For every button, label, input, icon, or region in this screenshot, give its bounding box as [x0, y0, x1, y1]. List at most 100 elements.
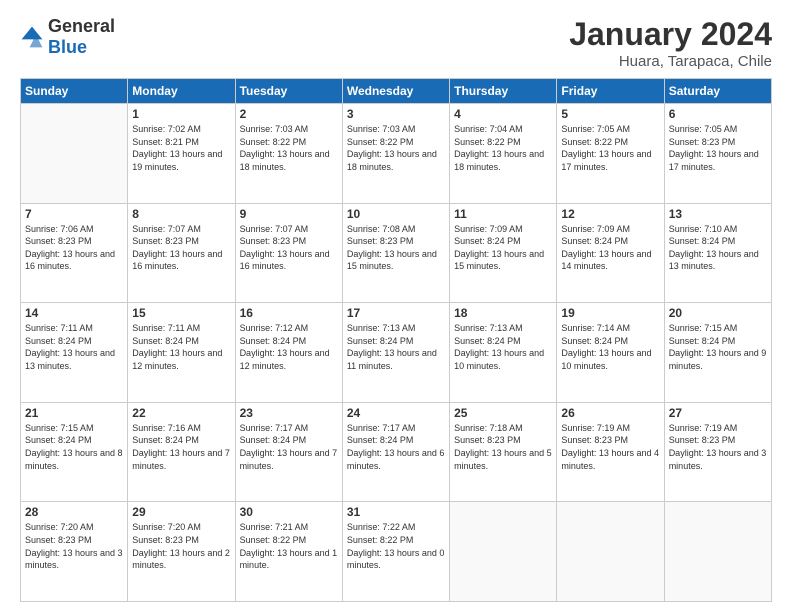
day-info: Sunrise: 7:09 AMSunset: 8:24 PMDaylight:… — [561, 224, 651, 272]
day-info: Sunrise: 7:15 AMSunset: 8:24 PMDaylight:… — [25, 423, 123, 471]
calendar-body: 1 Sunrise: 7:02 AMSunset: 8:21 PMDayligh… — [21, 104, 772, 602]
day-info: Sunrise: 7:16 AMSunset: 8:24 PMDaylight:… — [132, 423, 230, 471]
day-number: 15 — [132, 306, 230, 320]
calendar-cell-w1d3: 10 Sunrise: 7:08 AMSunset: 8:23 PMDaylig… — [342, 203, 449, 303]
calendar-cell-w2d0: 14 Sunrise: 7:11 AMSunset: 8:24 PMDaylig… — [21, 303, 128, 403]
calendar-cell-w1d1: 8 Sunrise: 7:07 AMSunset: 8:23 PMDayligh… — [128, 203, 235, 303]
day-info: Sunrise: 7:18 AMSunset: 8:23 PMDaylight:… — [454, 423, 552, 471]
day-info: Sunrise: 7:02 AMSunset: 8:21 PMDaylight:… — [132, 124, 222, 172]
day-number: 6 — [669, 107, 767, 121]
day-info: Sunrise: 7:05 AMSunset: 8:23 PMDaylight:… — [669, 124, 759, 172]
calendar-cell-w1d2: 9 Sunrise: 7:07 AMSunset: 8:23 PMDayligh… — [235, 203, 342, 303]
logo-blue: Blue — [48, 37, 87, 57]
day-number: 22 — [132, 406, 230, 420]
day-number: 16 — [240, 306, 338, 320]
day-info: Sunrise: 7:22 AMSunset: 8:22 PMDaylight:… — [347, 522, 445, 570]
day-info: Sunrise: 7:17 AMSunset: 8:24 PMDaylight:… — [347, 423, 445, 471]
logo: General Blue — [20, 16, 115, 58]
calendar-week-4: 28 Sunrise: 7:20 AMSunset: 8:23 PMDaylig… — [21, 502, 772, 602]
calendar-cell-w0d2: 2 Sunrise: 7:03 AMSunset: 8:22 PMDayligh… — [235, 104, 342, 204]
day-number: 7 — [25, 207, 123, 221]
day-info: Sunrise: 7:08 AMSunset: 8:23 PMDaylight:… — [347, 224, 437, 272]
day-info: Sunrise: 7:20 AMSunset: 8:23 PMDaylight:… — [25, 522, 123, 570]
calendar-cell-w0d3: 3 Sunrise: 7:03 AMSunset: 8:22 PMDayligh… — [342, 104, 449, 204]
day-number: 27 — [669, 406, 767, 420]
day-info: Sunrise: 7:15 AMSunset: 8:24 PMDaylight:… — [669, 323, 767, 371]
day-number: 26 — [561, 406, 659, 420]
day-number: 29 — [132, 505, 230, 519]
day-info: Sunrise: 7:07 AMSunset: 8:23 PMDaylight:… — [132, 224, 222, 272]
day-info: Sunrise: 7:21 AMSunset: 8:22 PMDaylight:… — [240, 522, 338, 570]
calendar-cell-w0d5: 5 Sunrise: 7:05 AMSunset: 8:22 PMDayligh… — [557, 104, 664, 204]
calendar-cell-w3d2: 23 Sunrise: 7:17 AMSunset: 8:24 PMDaylig… — [235, 402, 342, 502]
calendar-cell-w3d1: 22 Sunrise: 7:16 AMSunset: 8:24 PMDaylig… — [128, 402, 235, 502]
calendar-cell-w1d5: 12 Sunrise: 7:09 AMSunset: 8:24 PMDaylig… — [557, 203, 664, 303]
calendar-cell-w4d1: 29 Sunrise: 7:20 AMSunset: 8:23 PMDaylig… — [128, 502, 235, 602]
calendar-cell-w3d3: 24 Sunrise: 7:17 AMSunset: 8:24 PMDaylig… — [342, 402, 449, 502]
day-info: Sunrise: 7:03 AMSunset: 8:22 PMDaylight:… — [240, 124, 330, 172]
title-block: January 2024 Huara, Tarapaca, Chile — [569, 16, 772, 70]
calendar-title: January 2024 — [569, 16, 772, 53]
calendar-cell-w4d4 — [450, 502, 557, 602]
calendar-cell-w2d4: 18 Sunrise: 7:13 AMSunset: 8:24 PMDaylig… — [450, 303, 557, 403]
logo-icon — [20, 25, 44, 49]
day-info: Sunrise: 7:12 AMSunset: 8:24 PMDaylight:… — [240, 323, 330, 371]
calendar-cell-w0d6: 6 Sunrise: 7:05 AMSunset: 8:23 PMDayligh… — [664, 104, 771, 204]
calendar-table: Sunday Monday Tuesday Wednesday Thursday… — [20, 78, 772, 602]
header-saturday: Saturday — [664, 79, 771, 104]
calendar-cell-w3d4: 25 Sunrise: 7:18 AMSunset: 8:23 PMDaylig… — [450, 402, 557, 502]
calendar-cell-w1d6: 13 Sunrise: 7:10 AMSunset: 8:24 PMDaylig… — [664, 203, 771, 303]
day-info: Sunrise: 7:17 AMSunset: 8:24 PMDaylight:… — [240, 423, 338, 471]
day-info: Sunrise: 7:11 AMSunset: 8:24 PMDaylight:… — [25, 323, 115, 371]
day-info: Sunrise: 7:19 AMSunset: 8:23 PMDaylight:… — [669, 423, 767, 471]
calendar-week-1: 7 Sunrise: 7:06 AMSunset: 8:23 PMDayligh… — [21, 203, 772, 303]
day-info: Sunrise: 7:03 AMSunset: 8:22 PMDaylight:… — [347, 124, 437, 172]
day-number: 14 — [25, 306, 123, 320]
calendar-cell-w4d3: 31 Sunrise: 7:22 AMSunset: 8:22 PMDaylig… — [342, 502, 449, 602]
calendar-cell-w3d6: 27 Sunrise: 7:19 AMSunset: 8:23 PMDaylig… — [664, 402, 771, 502]
calendar-cell-w4d5 — [557, 502, 664, 602]
day-info: Sunrise: 7:05 AMSunset: 8:22 PMDaylight:… — [561, 124, 651, 172]
calendar-cell-w4d6 — [664, 502, 771, 602]
day-number: 13 — [669, 207, 767, 221]
calendar-cell-w0d1: 1 Sunrise: 7:02 AMSunset: 8:21 PMDayligh… — [128, 104, 235, 204]
calendar-cell-w2d3: 17 Sunrise: 7:13 AMSunset: 8:24 PMDaylig… — [342, 303, 449, 403]
header: General Blue January 2024 Huara, Tarapac… — [20, 16, 772, 70]
calendar-cell-w2d5: 19 Sunrise: 7:14 AMSunset: 8:24 PMDaylig… — [557, 303, 664, 403]
calendar-cell-w1d0: 7 Sunrise: 7:06 AMSunset: 8:23 PMDayligh… — [21, 203, 128, 303]
day-info: Sunrise: 7:09 AMSunset: 8:24 PMDaylight:… — [454, 224, 544, 272]
day-number: 1 — [132, 107, 230, 121]
header-tuesday: Tuesday — [235, 79, 342, 104]
calendar-cell-w0d0 — [21, 104, 128, 204]
header-monday: Monday — [128, 79, 235, 104]
calendar-cell-w4d2: 30 Sunrise: 7:21 AMSunset: 8:22 PMDaylig… — [235, 502, 342, 602]
day-info: Sunrise: 7:07 AMSunset: 8:23 PMDaylight:… — [240, 224, 330, 272]
day-number: 3 — [347, 107, 445, 121]
day-number: 25 — [454, 406, 552, 420]
calendar-subtitle: Huara, Tarapaca, Chile — [569, 53, 772, 70]
day-info: Sunrise: 7:14 AMSunset: 8:24 PMDaylight:… — [561, 323, 651, 371]
calendar-week-3: 21 Sunrise: 7:15 AMSunset: 8:24 PMDaylig… — [21, 402, 772, 502]
calendar-cell-w2d6: 20 Sunrise: 7:15 AMSunset: 8:24 PMDaylig… — [664, 303, 771, 403]
day-info: Sunrise: 7:04 AMSunset: 8:22 PMDaylight:… — [454, 124, 544, 172]
day-number: 17 — [347, 306, 445, 320]
day-info: Sunrise: 7:10 AMSunset: 8:24 PMDaylight:… — [669, 224, 759, 272]
day-info: Sunrise: 7:13 AMSunset: 8:24 PMDaylight:… — [454, 323, 544, 371]
day-number: 19 — [561, 306, 659, 320]
day-number: 12 — [561, 207, 659, 221]
day-number: 4 — [454, 107, 552, 121]
calendar-week-0: 1 Sunrise: 7:02 AMSunset: 8:21 PMDayligh… — [21, 104, 772, 204]
day-number: 20 — [669, 306, 767, 320]
day-number: 24 — [347, 406, 445, 420]
day-number: 30 — [240, 505, 338, 519]
calendar-cell-w2d1: 15 Sunrise: 7:11 AMSunset: 8:24 PMDaylig… — [128, 303, 235, 403]
header-friday: Friday — [557, 79, 664, 104]
day-number: 28 — [25, 505, 123, 519]
day-info: Sunrise: 7:06 AMSunset: 8:23 PMDaylight:… — [25, 224, 115, 272]
calendar-cell-w3d5: 26 Sunrise: 7:19 AMSunset: 8:23 PMDaylig… — [557, 402, 664, 502]
calendar-week-2: 14 Sunrise: 7:11 AMSunset: 8:24 PMDaylig… — [21, 303, 772, 403]
calendar-cell-w4d0: 28 Sunrise: 7:20 AMSunset: 8:23 PMDaylig… — [21, 502, 128, 602]
day-info: Sunrise: 7:11 AMSunset: 8:24 PMDaylight:… — [132, 323, 222, 371]
day-number: 9 — [240, 207, 338, 221]
header-thursday: Thursday — [450, 79, 557, 104]
